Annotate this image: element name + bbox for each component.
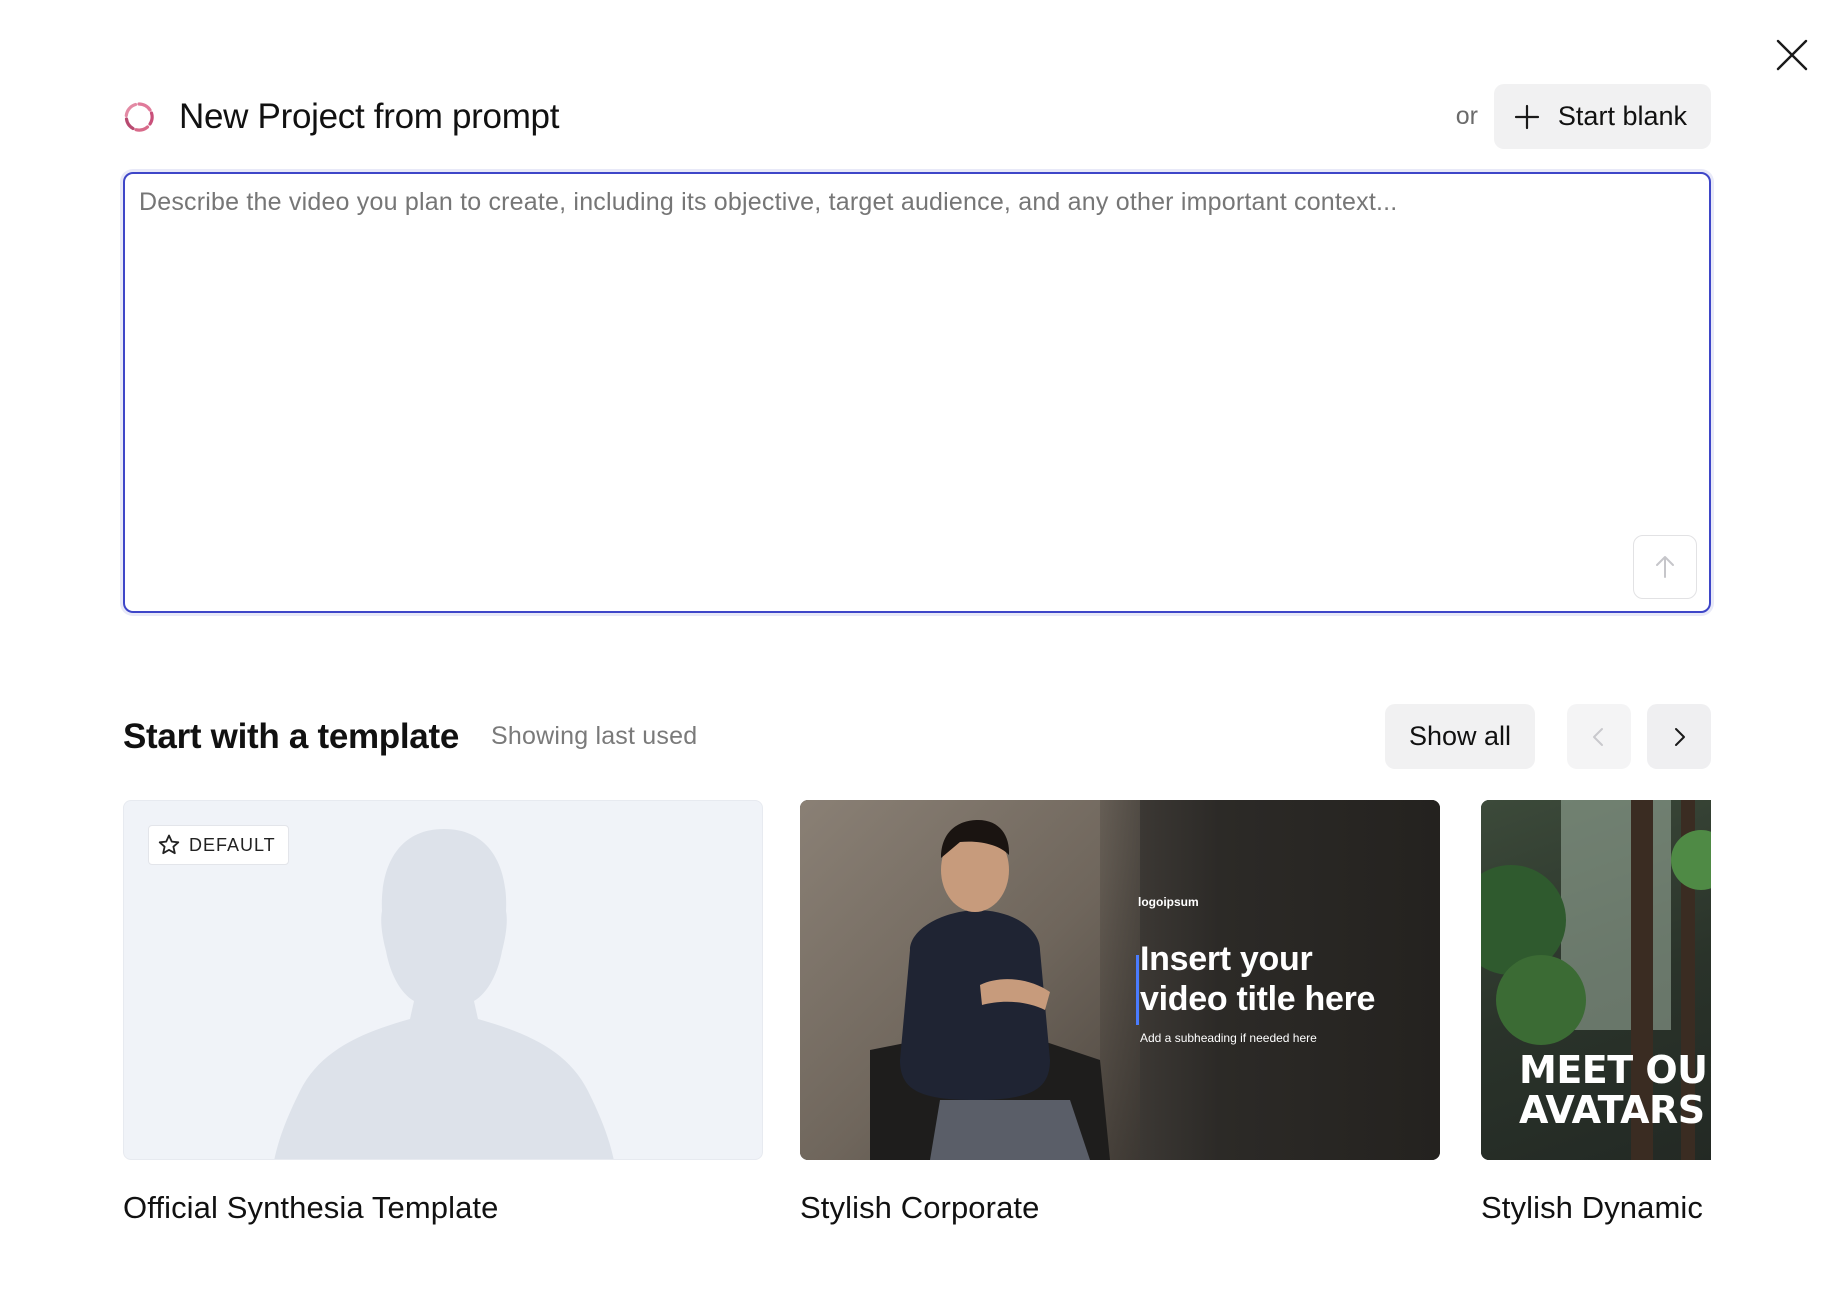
template-section-subtitle: Showing last used xyxy=(491,722,698,750)
start-blank-label: Start blank xyxy=(1557,101,1687,131)
template-controls: Show all xyxy=(1384,704,1711,769)
close-button[interactable] xyxy=(1770,33,1814,77)
or-text: or xyxy=(1455,102,1478,130)
thumb-title-line1: Insert your xyxy=(1140,940,1313,978)
thumb-line1: MEET OUR xyxy=(1519,1048,1711,1092)
prev-button[interactable] xyxy=(1567,704,1631,769)
start-blank-button[interactable]: Start blank xyxy=(1493,84,1711,149)
badge-label: DEFAULT xyxy=(189,834,276,855)
chevron-right-icon xyxy=(1675,727,1685,746)
template-card-corporate[interactable]: logoipsum Insert your video title here A… xyxy=(800,800,1440,1226)
template-carousel: DEFAULT Official Synthesia Template logo… xyxy=(123,800,1711,1240)
thumb-title-line2: video title here xyxy=(1140,980,1376,1018)
corporate-thumb-text: logoipsum Insert your video title here A… xyxy=(1136,895,1376,1045)
header: New Project from prompt or Start blank xyxy=(123,84,1711,149)
template-section-header: Start with a template Showing last used … xyxy=(123,704,1711,769)
plus-icon xyxy=(1514,104,1540,129)
synthesia-ring-icon xyxy=(124,101,154,132)
thumb-subtitle: Add a subheading if needed here xyxy=(1140,1031,1317,1045)
template-section-title: Start with a template xyxy=(123,716,459,756)
default-badge: DEFAULT xyxy=(148,825,289,865)
page-title: New Project from prompt xyxy=(179,96,560,136)
header-actions: or Start blank xyxy=(1456,84,1711,149)
dynamic-thumb-text: MEET OUR AVATARS xyxy=(1519,1050,1711,1130)
template-label: Stylish Dynamic xyxy=(1481,1190,1703,1225)
template-card-dynamic[interactable]: MEET OUR AVATARS Stylish Dynamic xyxy=(1481,800,1711,1226)
template-thumbnail: MEET OUR AVATARS xyxy=(1481,800,1711,1160)
thumb-line2: AVATARS xyxy=(1519,1088,1705,1132)
template-label: Official Synthesia Template xyxy=(123,1190,499,1225)
template-label: Stylish Corporate xyxy=(800,1190,1040,1225)
template-thumbnail: logoipsum Insert your video title here A… xyxy=(800,800,1440,1160)
star-icon xyxy=(158,834,180,855)
arrow-up-icon xyxy=(1656,556,1674,578)
next-button[interactable] xyxy=(1647,704,1711,769)
close-icon xyxy=(1776,39,1808,71)
template-card-official[interactable]: DEFAULT Official Synthesia Template xyxy=(123,800,763,1226)
prompt-input[interactable] xyxy=(139,188,1694,548)
show-all-button[interactable]: Show all xyxy=(1384,704,1535,769)
prompt-box xyxy=(123,172,1711,613)
thumb-accent-bar xyxy=(1136,955,1139,1025)
submit-button[interactable] xyxy=(1633,535,1697,599)
chevron-left-icon xyxy=(1593,727,1603,746)
thumb-logo: logoipsum xyxy=(1138,895,1199,909)
template-thumbnail: DEFAULT xyxy=(123,800,763,1160)
